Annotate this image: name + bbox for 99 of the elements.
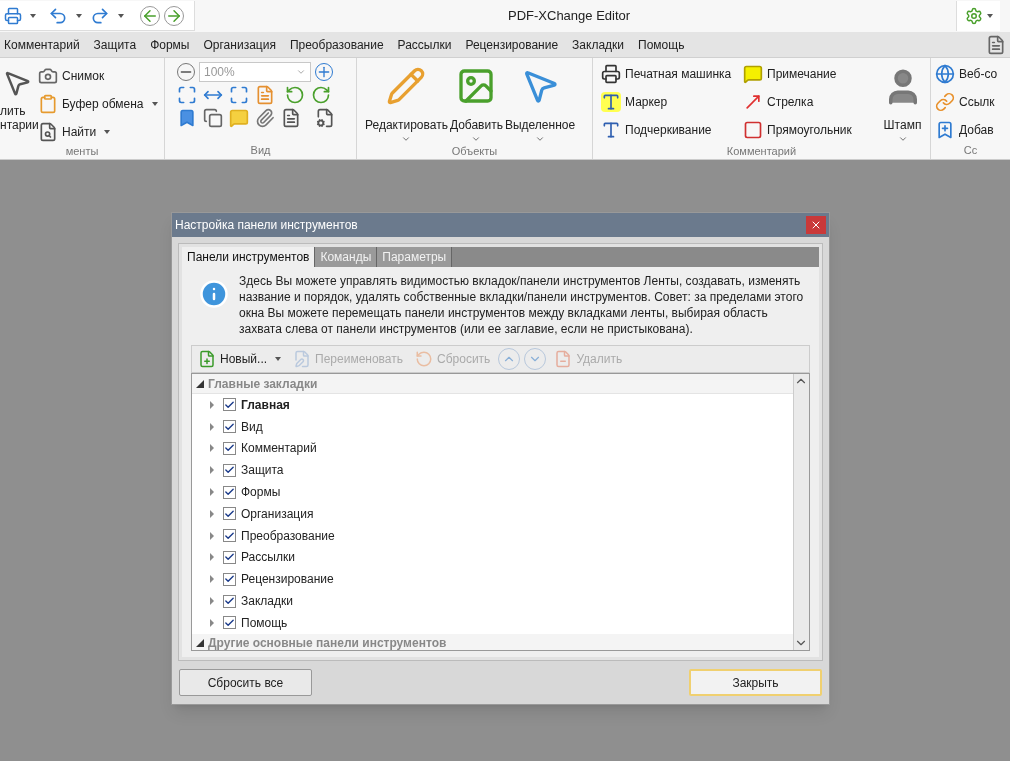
- menu-tab[interactable]: Рассылки: [390, 32, 459, 57]
- tree-item-label[interactable]: Закладки: [241, 592, 293, 611]
- toolbar-button[interactable]: Новый...: [194, 348, 286, 370]
- menu-tab[interactable]: Закладки: [565, 32, 632, 57]
- caret-icon: [986, 14, 993, 18]
- menu-tab[interactable]: Рецензирование: [458, 32, 566, 57]
- ribbon-button[interactable]: Маркер: [601, 90, 743, 114]
- scrollbar[interactable]: [793, 374, 809, 650]
- checkbox[interactable]: [223, 463, 236, 477]
- arrow-icon: [743, 92, 763, 112]
- checkbox[interactable]: [223, 572, 236, 586]
- caret-icon: [118, 13, 124, 18]
- group-label: Комментарий: [725, 144, 798, 159]
- group-label: Сс: [962, 143, 979, 158]
- tree-item-label[interactable]: Рассылки: [241, 548, 295, 567]
- info-text: Здесь Вы можете управлять видимостью вкладок/панели инструментов Ленты, создавать, изменять название и порядок, удалять собственные вкладки/панели инструментов. Совет: за пределами этого окна Вы можете перемещать панели инструментов между вкладками ленты, выбирая область захвата слева от панели инструментов (или ее заглавие, если не пристыкована).: [239, 273, 805, 337]
- caret-icon: [275, 357, 282, 361]
- button-label[interactable]: лить: [0, 104, 26, 118]
- bookmark-icon[interactable]: [177, 108, 197, 128]
- ribbon-button[interactable]: Найти: [38, 120, 158, 144]
- menu-tab[interactable]: Защита: [86, 32, 144, 57]
- ribbon-button[interactable]: Добав: [935, 118, 998, 142]
- tree-item-label[interactable]: Преобразование: [241, 526, 335, 545]
- undo-icon: [415, 350, 434, 368]
- tree-item-label[interactable]: Главная: [241, 395, 290, 414]
- undo-icon[interactable]: [48, 5, 68, 26]
- clipboard-icon: [38, 94, 58, 114]
- caret-icon: [30, 13, 36, 18]
- redo-icon[interactable]: [90, 5, 110, 26]
- button-label[interactable]: нтарии: [0, 118, 39, 132]
- ribbon-button[interactable]: Стрелка: [743, 90, 871, 114]
- caret-icon: [76, 13, 82, 18]
- ribbon-button[interactable]: Печатная машинка: [601, 62, 743, 86]
- ribbon-button[interactable]: Примечание: [743, 62, 871, 86]
- checkbox[interactable]: [223, 420, 236, 434]
- customize-icon[interactable]: [964, 7, 983, 25]
- ribbon-button[interactable]: Снимок: [38, 64, 158, 88]
- menu-tab[interactable]: Формы: [143, 32, 197, 57]
- rectangle-icon: [743, 120, 763, 140]
- checkbox[interactable]: [223, 485, 236, 499]
- checkbox[interactable]: [223, 616, 236, 630]
- document-icon[interactable]: [986, 34, 1006, 55]
- menu-tab[interactable]: Организация: [196, 32, 283, 57]
- dialog-title: Настройка панели инструментов: [175, 217, 358, 234]
- fit-visible-icon[interactable]: [229, 85, 249, 105]
- menu-tab[interactable]: Помощь: [631, 32, 692, 57]
- group-label: Вид: [249, 143, 272, 158]
- checkbox[interactable]: [223, 442, 236, 455]
- fit-page-icon[interactable]: [177, 85, 197, 105]
- tree-item-label[interactable]: Помощь: [241, 613, 288, 632]
- group-label: Объекты: [450, 144, 499, 159]
- ribbon-button[interactable]: Буфер обмена: [38, 92, 158, 116]
- underline-icon: [601, 120, 621, 140]
- pencil-icon: [386, 66, 427, 106]
- tree-item-label[interactable]: Организация: [241, 504, 314, 523]
- tree-item-label[interactable]: Защита: [241, 461, 284, 480]
- ribbon-button[interactable]: Прямоугольник: [743, 118, 871, 142]
- dialog-button[interactable]: Закрыть: [689, 669, 822, 696]
- rotate-right-icon[interactable]: [311, 85, 331, 105]
- camera-icon: [38, 66, 58, 86]
- close-button[interactable]: [806, 216, 826, 234]
- globe-icon: [935, 64, 955, 84]
- bookmark-add-icon: [935, 120, 955, 140]
- tree-item-label[interactable]: Вид: [241, 417, 263, 436]
- checkbox[interactable]: [223, 507, 236, 521]
- menu-tab[interactable]: Преобразование: [282, 32, 391, 57]
- rotate-left-icon[interactable]: [285, 85, 305, 105]
- ribbon-button[interactable]: Веб-со: [935, 62, 998, 86]
- stamp-button[interactable]: Штамп: [879, 62, 926, 144]
- ribbon-button[interactable]: Редактировать: [365, 62, 448, 144]
- tab[interactable]: Панели инструментов: [182, 247, 316, 267]
- remove-panel-icon: [554, 350, 573, 368]
- document-icon[interactable]: [281, 108, 301, 128]
- ribbon-button[interactable]: Добавить: [449, 62, 503, 144]
- add-panel-icon: [198, 350, 216, 368]
- link-icon: [935, 92, 955, 112]
- menu-tab[interactable]: Комментарий: [0, 32, 87, 57]
- ribbon-button[interactable]: Подчеркивание: [601, 118, 743, 142]
- ribbon-button[interactable]: Выделенное: [504, 62, 576, 144]
- checkbox[interactable]: [223, 398, 236, 412]
- checkbox[interactable]: [223, 594, 236, 608]
- tree-item-label[interactable]: Формы: [241, 483, 281, 502]
- ribbon-button[interactable]: Ссылк: [935, 90, 998, 114]
- window-title: PDF-XChange Editor: [508, 7, 631, 26]
- group-label: менты: [64, 144, 100, 159]
- document-settings-icon[interactable]: [315, 108, 335, 128]
- note-icon: [743, 64, 763, 84]
- pages-icon[interactable]: [203, 108, 223, 128]
- document-search-icon: [38, 122, 58, 142]
- rename-icon: [293, 350, 312, 368]
- info-icon: [199, 279, 229, 309]
- checkbox[interactable]: [223, 550, 236, 564]
- tree-item-label[interactable]: Комментарий: [241, 439, 317, 458]
- checkbox[interactable]: [223, 529, 236, 543]
- paperclip-icon[interactable]: [255, 108, 275, 128]
- tree-item-label[interactable]: Рецензирование: [241, 570, 334, 589]
- highlighter-icon: [601, 92, 621, 112]
- dialog-button[interactable]: Сбросить все: [179, 669, 312, 696]
- close-icon: [810, 219, 822, 231]
